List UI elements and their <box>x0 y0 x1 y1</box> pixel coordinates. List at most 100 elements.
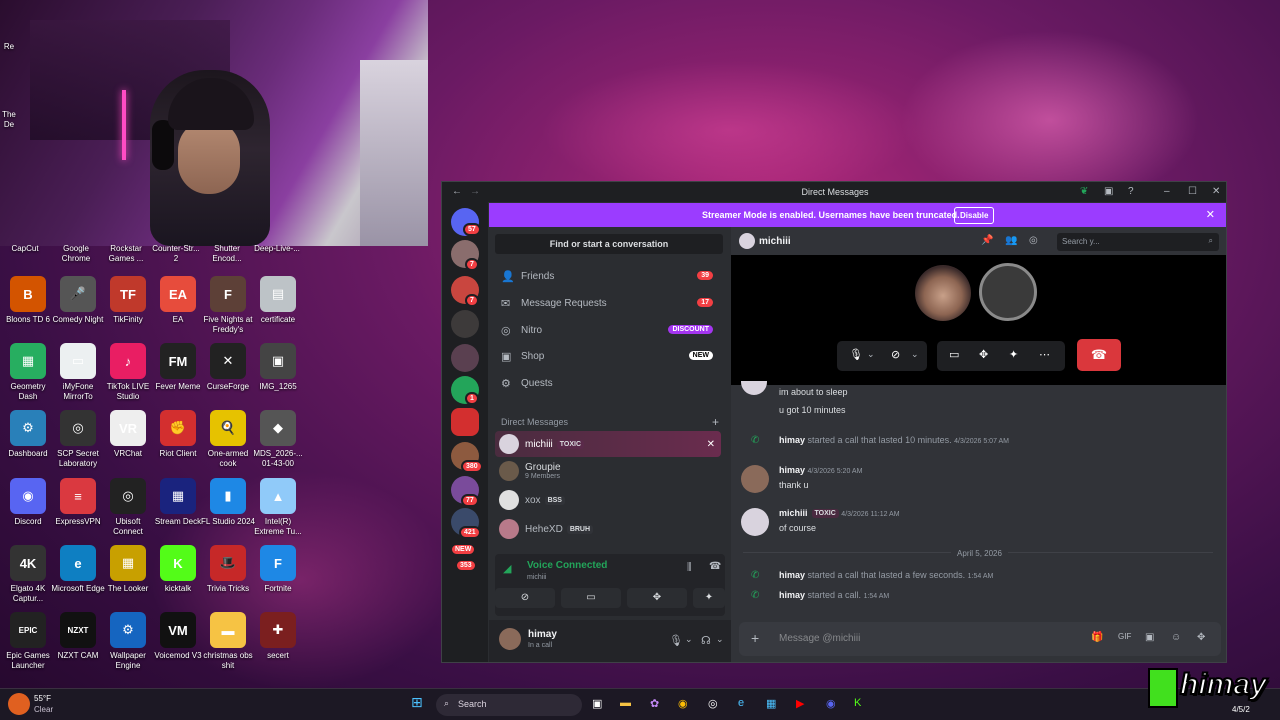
end-call-button[interactable]: ☎ <box>1077 339 1121 371</box>
chevron-down-icon[interactable]: ⌄ <box>867 349 875 360</box>
desktop-icon[interactable]: ✚ secert <box>251 612 305 661</box>
desktop-icon-label[interactable]: Deep-Live-... <box>250 244 304 254</box>
desktop-icon[interactable]: ✊ Riot Client <box>151 410 205 459</box>
desktop-icon[interactable]: ⚙ Wallpaper Engine <box>101 612 155 671</box>
desktop-icon[interactable]: ▦ Stream Deck <box>151 478 205 527</box>
gift-icon[interactable]: 🎁 <box>1091 632 1103 643</box>
nav-shop[interactable]: ▣ Shop NEW <box>495 345 721 369</box>
close-dm-icon[interactable]: ✕ <box>707 439 715 450</box>
desktop-icon[interactable]: ▣ IMG_1265 <box>251 343 305 392</box>
avatar[interactable] <box>741 508 769 536</box>
discord-taskbar-icon[interactable]: ◉ <box>826 697 836 710</box>
desktop-icon-label[interactable]: CapCut <box>0 244 52 254</box>
desktop-icon[interactable]: F Fortnite <box>251 545 305 594</box>
desktop-icon[interactable]: NZXT NZXT CAM <box>51 612 105 661</box>
screen-icon[interactable]: ▣ <box>1104 186 1113 197</box>
desktop-icon[interactable]: e Microsoft Edge <box>51 545 105 594</box>
pin-icon[interactable]: 📌 <box>981 235 993 246</box>
noise-suppression-icon[interactable]: ⫼ <box>687 562 692 573</box>
activities-button[interactable]: ✥ <box>627 588 687 608</box>
chevron-down-icon[interactable]: ⌄ <box>685 634 693 645</box>
desktop-icon-label[interactable]: Shutter Encod... <box>200 244 254 264</box>
copilot-icon[interactable]: ✿ <box>650 697 659 710</box>
obs-icon[interactable]: ◎ <box>708 697 718 710</box>
desktop-icon[interactable]: ▬ christmas obs shit <box>201 612 255 671</box>
dm-item-xox[interactable]: xox BSS <box>495 487 721 513</box>
desktop-icon[interactable]: ▤ certificate <box>251 276 305 325</box>
close-banner-icon[interactable]: ✕ <box>1206 208 1215 221</box>
create-dm-icon[interactable]: + <box>712 415 719 429</box>
profile-icon[interactable]: ◎ <box>1029 235 1038 246</box>
add-attachment-icon[interactable]: + <box>751 630 759 646</box>
screen-share-button[interactable]: ▭ <box>561 588 621 608</box>
desktop-icon[interactable]: 🍳 One-armed cook <box>201 410 255 469</box>
weather-temp[interactable]: 55°F <box>34 694 51 703</box>
guild-icon[interactable] <box>451 408 479 436</box>
desktop-icon[interactable]: ▭ iMyFone MirrorTo <box>51 343 105 402</box>
desktop-icon[interactable]: FM Fever Meme <box>151 343 205 392</box>
disable-streamer-mode-button[interactable]: Disable <box>954 207 995 224</box>
close-icon[interactable]: ✕ <box>1212 186 1220 197</box>
help-icon[interactable]: ? <box>1128 186 1134 197</box>
call-avatar-himay[interactable] <box>915 265 971 321</box>
desktop-icon[interactable]: F Five Nights at Freddy's <box>201 276 255 335</box>
minimize-icon[interactable]: – <box>1164 186 1170 197</box>
desktop-icon[interactable]: Kkicktalk <box>151 545 205 594</box>
chevron-down-icon[interactable]: ⌄ <box>716 634 724 645</box>
add-friends-icon[interactable]: 👥 <box>1005 235 1017 246</box>
youtube-icon[interactable]: ▶ <box>796 697 804 710</box>
desktop-icon[interactable]: ♪ TikTok LIVE Studio <box>101 343 155 402</box>
edge-icon[interactable]: e <box>738 697 744 709</box>
disconnect-icon[interactable]: ☎ <box>709 561 721 572</box>
desktop-icon[interactable]: 🎤 Comedy Night <box>51 276 105 325</box>
dm-item-groupie[interactable]: Groupie 9 Members <box>495 458 721 484</box>
headphones-icon[interactable]: ☊ <box>701 634 711 647</box>
chevron-down-icon[interactable]: ⌄ <box>911 349 919 360</box>
leaf-icon[interactable]: ❦ <box>1080 186 1088 197</box>
task-view-icon[interactable]: ▣ <box>592 697 602 710</box>
desktop-icon[interactable]: VM Voicemod V3 <box>151 612 205 661</box>
search-input[interactable]: Search y... ⌕ <box>1057 233 1219 251</box>
desktop-icon[interactable]: EA EA <box>151 276 205 325</box>
desktop-icon[interactable]: VR VRChat <box>101 410 155 459</box>
desktop-icon[interactable]: 🎩 Trivia Tricks <box>201 545 255 594</box>
guild-icon[interactable] <box>451 344 479 372</box>
maximize-icon[interactable]: ☐ <box>1188 186 1197 197</box>
microphone-icon[interactable]: 🎙 <box>669 634 683 647</box>
apps-icon[interactable]: ✥ <box>1197 632 1205 643</box>
desktop-icon[interactable]: ⚙ Dashboard <box>1 410 55 459</box>
desktop-icon[interactable]: B Bloons TD 6 <box>1 276 55 325</box>
desktop-icon-label[interactable]: Google Chrome <box>49 244 103 264</box>
sticker-icon[interactable]: ▣ <box>1145 632 1154 643</box>
nav-nitro[interactable]: ◎ Nitro DISCOUNT <box>495 319 721 343</box>
screen-share-icon[interactable]: ▭ <box>949 348 959 361</box>
soundboard-button[interactable]: ✦ <box>693 588 725 608</box>
weather-icon[interactable] <box>8 693 30 715</box>
guild-icon[interactable] <box>451 310 479 338</box>
nav-message-requests[interactable]: ✉ Message Requests 17 <box>495 292 721 316</box>
more-options-icon[interactable]: ⋯ <box>1039 348 1050 361</box>
desktop-icon[interactable]: ▦ Geometry Dash <box>1 343 55 402</box>
camera-off-icon[interactable]: ⊘ <box>891 348 900 361</box>
desktop-icon[interactable]: ✕ CurseForge <box>201 343 255 392</box>
desktop-icon[interactable]: ◆ MDS_2026-... 01-43-00 <box>251 410 305 469</box>
chrome-icon[interactable]: ◉ <box>678 697 688 710</box>
desktop-icon[interactable]: 4K Elgato 4K Captur... <box>1 545 55 604</box>
message-composer[interactable]: + Message @michiii 🎁 GIF ▣ ☺ ✥ <box>739 622 1221 656</box>
dm-item-hehexd[interactable]: HeheXD BRUH <box>495 516 721 542</box>
start-button[interactable]: ⊞ <box>411 694 423 711</box>
message-author[interactable]: himay <box>779 590 805 600</box>
desktop-icon[interactable]: EPIC Epic Games Launcher <box>1 612 55 671</box>
store-icon[interactable]: ▦ <box>766 697 776 710</box>
find-conversation-button[interactable]: Find or start a conversation <box>495 234 723 254</box>
desktop-icon-label[interactable]: Rockstar Games ... <box>99 244 153 264</box>
avatar[interactable] <box>741 465 769 493</box>
taskbar-search[interactable]: ⌕ Search <box>436 694 582 716</box>
microphone-icon[interactable]: 🎙 <box>849 348 863 361</box>
message-author[interactable]: himay <box>779 435 805 445</box>
desktop-icon[interactable]: ▮ FL Studio 2024 <box>201 478 255 527</box>
desktop-icon[interactable]: ▲ Intel(R) Extreme Tu... <box>251 478 305 537</box>
desktop-icon[interactable]: ◉ Discord <box>1 478 55 527</box>
nav-friends[interactable]: 👤 Friends 39 <box>495 265 721 289</box>
soundboard-icon[interactable]: ✦ <box>1009 348 1018 361</box>
